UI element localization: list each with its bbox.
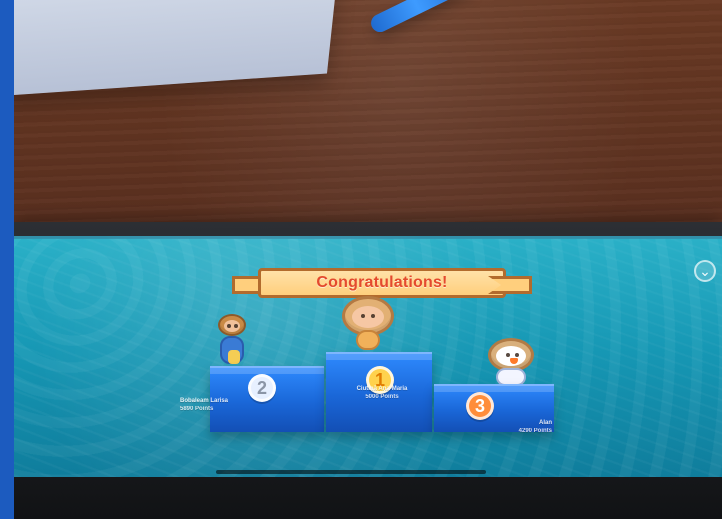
character-eye-right <box>371 314 375 318</box>
character-body <box>356 330 380 350</box>
home-indicator <box>216 470 486 474</box>
second-place-name: Bobaleam Larisa <box>180 398 229 404</box>
winner-character <box>342 296 394 352</box>
second-place-points: 5890 Points <box>180 406 214 413</box>
third-place-name: Alan <box>538 420 552 426</box>
first-place-name: Ciutinã Ana-Maria <box>356 386 408 392</box>
character-face <box>352 306 384 328</box>
banner-title: Congratulations! <box>258 268 506 298</box>
photo: ⌄ Congratulations! 2 1 3 Bobaleam Larisa… <box>14 0 722 519</box>
collapse-button[interactable]: ⌄ <box>694 260 716 282</box>
second-place-label: Bobaleam Larisa 5890 Points <box>180 398 260 413</box>
character-body <box>220 336 244 364</box>
first-place-points: 5000 Points <box>365 394 399 401</box>
first-place-label: Ciutinã Ana-Maria 5000 Points <box>332 386 432 401</box>
character-eye-left <box>361 314 365 318</box>
second-place-character <box>210 314 254 366</box>
left-border-strip <box>0 0 14 519</box>
rank-3-badge: 3 <box>466 392 494 420</box>
chevron-down-icon: ⌄ <box>699 263 711 279</box>
character-eye-left <box>227 324 231 328</box>
character-eye-right <box>515 353 519 357</box>
third-place-label: Alan 4290 Points <box>490 420 552 435</box>
character-eye-left <box>506 353 510 357</box>
character-eye-right <box>234 324 238 328</box>
third-place-character <box>482 338 540 388</box>
third-place-points: 4290 Points <box>518 428 552 435</box>
